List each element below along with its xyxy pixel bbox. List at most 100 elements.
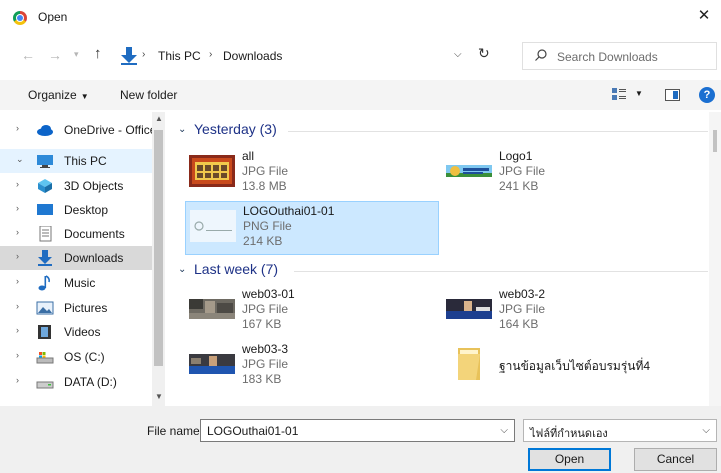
nav-item-os-drive[interactable]: › OS (C:) [0,345,152,369]
back-arrow-icon[interactable]: ← [21,47,35,63]
chevron-right-icon[interactable]: › [16,123,19,133]
nav-label: Documents [64,227,125,241]
chevron-right-icon[interactable]: › [16,227,19,237]
file-size: 167 KB [242,317,282,331]
file-name: web03-3 [242,342,289,356]
chevron-right-icon[interactable]: › [16,301,19,311]
file-type-select[interactable]: ไฟล์ที่กำหนดเอง ⌵ [523,419,717,442]
chevron-down-icon[interactable]: ⌄ [16,154,24,165]
file-thumbnail [189,354,235,374]
downloads-folder-icon [121,47,137,65]
nav-label: Downloads [64,251,124,265]
breadcrumb-separator-icon: › [142,49,146,60]
computer-icon [37,155,53,168]
scrollbar-thumb[interactable] [154,130,163,366]
chevron-right-icon[interactable]: › [16,276,19,286]
chevron-right-icon[interactable]: › [16,203,19,213]
nav-item-music[interactable]: › Music [0,271,152,295]
search-input[interactable]: Search Downloads [522,42,717,70]
file-thumbnail [189,155,235,187]
file-name-value: LOGOuthai01-01 [207,424,299,438]
file-name-input[interactable]: LOGOuthai01-01 ⌵ [200,419,515,442]
nav-label: Videos [64,325,101,339]
nav-pane-scrollbar[interactable]: ▲ ▼ [152,112,165,406]
chevron-right-icon[interactable]: › [16,179,19,189]
nav-item-data-drive[interactable]: › DATA (D:) [0,370,152,394]
downloads-icon [38,250,52,266]
nav-item-pictures[interactable]: › Pictures [0,296,152,320]
open-button[interactable]: Open [528,448,611,471]
nav-item-onedrive[interactable]: › OneDrive - Office [0,118,156,142]
file-list-scrollbar[interactable] [709,112,721,406]
new-folder-button[interactable]: New folder [120,88,177,102]
chevron-right-icon[interactable]: › [16,375,19,385]
file-item-all[interactable]: all JPG File 13.8 MB [185,147,439,201]
organize-button[interactable]: Organize ▼ [28,88,89,102]
nav-label: Music [64,276,96,290]
up-arrow-icon[interactable]: ↑ [94,45,102,62]
file-item-web03-2[interactable]: web03-2 JPG File 164 KB [442,285,696,339]
file-thumbnail [446,165,492,177]
file-item-web03-3[interactable]: web03-3 JPG File 183 KB [185,340,439,394]
file-size: 13.8 MB [242,179,287,193]
close-icon[interactable]: ✕ [693,5,715,27]
folder-item[interactable]: ฐานข้อมูลเว็บไซต์อบรมรุ่นที่4 [442,340,696,394]
cancel-button[interactable]: Cancel [634,448,717,471]
forward-arrow-icon[interactable]: → [48,47,62,63]
nav-item-videos[interactable]: › Videos [0,320,152,344]
file-thumbnail [446,299,492,319]
file-item-logo1[interactable]: Logo1 JPG File 241 KB [442,147,696,201]
chevron-right-icon[interactable]: › [16,251,19,261]
nav-item-documents[interactable]: › Documents [0,222,152,246]
chevron-right-icon[interactable]: › [16,350,19,360]
file-name: all [242,149,255,163]
file-type: JPG File [499,164,546,178]
help-icon[interactable]: ? [699,87,715,103]
scrollbar-thumb[interactable] [713,130,717,152]
nav-label: Pictures [64,301,108,315]
refresh-icon[interactable]: ↻ [478,45,490,62]
nav-item-this-pc[interactable]: ⌄ This PC [0,149,152,173]
group-header-last-week[interactable]: ⌄ Last week (7) [176,261,708,281]
nav-label: This PC [64,154,107,168]
pictures-icon [36,301,54,315]
view-options-caret-icon[interactable]: ▼ [635,89,643,98]
window-title: Open [38,10,68,24]
change-view-icon[interactable] [612,88,626,100]
nav-label: DATA (D:) [64,375,117,389]
chevron-down-icon[interactable]: ⌵ [702,425,710,436]
dialog-footer: File name: LOGOuthai01-01 ⌵ ไฟล์ที่กำหนด… [0,406,721,473]
file-type-value: ไฟล์ที่กำหนดเอง [530,428,608,440]
chevron-right-icon[interactable]: › [16,325,19,335]
recent-locations-chevron-icon[interactable]: ▾ [74,49,79,60]
preview-pane-icon[interactable] [665,89,680,101]
chevron-down-icon[interactable]: ⌵ [500,425,508,436]
music-icon [38,275,50,291]
file-size: 214 KB [243,234,283,248]
breadcrumb-this-pc[interactable]: This PC [158,49,201,63]
chevron-down-icon[interactable]: ⌄ [178,264,186,275]
file-type: PNG File [243,219,292,233]
data-drive-icon [36,381,54,389]
breadcrumb-separator-icon: › [209,49,213,60]
address-dropdown-chevron-icon[interactable]: ⌵ [454,49,462,60]
nav-item-desktop[interactable]: › Desktop [0,198,152,222]
chrome-icon [13,11,27,25]
title-bar: Open ✕ [0,0,721,34]
folder-icon [458,348,480,380]
address-bar[interactable]: › This PC › Downloads [118,41,498,71]
file-item-logouthai01-01[interactable]: LOGOuthai01-01 PNG File 214 KB [185,201,439,255]
nav-item-downloads[interactable]: › Downloads [0,246,152,270]
breadcrumb-downloads[interactable]: Downloads [223,49,282,63]
nav-item-3d-objects[interactable]: › 3D Objects [0,174,152,198]
nav-label: Desktop [64,203,109,217]
file-thumbnail [189,299,235,319]
videos-icon [38,325,51,339]
file-item-web03-01[interactable]: web03-01 JPG File 167 KB [185,285,439,339]
file-name: web03-01 [242,287,295,301]
scroll-down-arrow-icon[interactable]: ▼ [155,392,163,401]
group-header-yesterday[interactable]: ⌄ Yesterday (3) [176,121,708,141]
chevron-down-icon[interactable]: ⌄ [178,124,186,135]
file-size: 164 KB [499,317,539,331]
scroll-up-arrow-icon[interactable]: ▲ [155,114,163,123]
